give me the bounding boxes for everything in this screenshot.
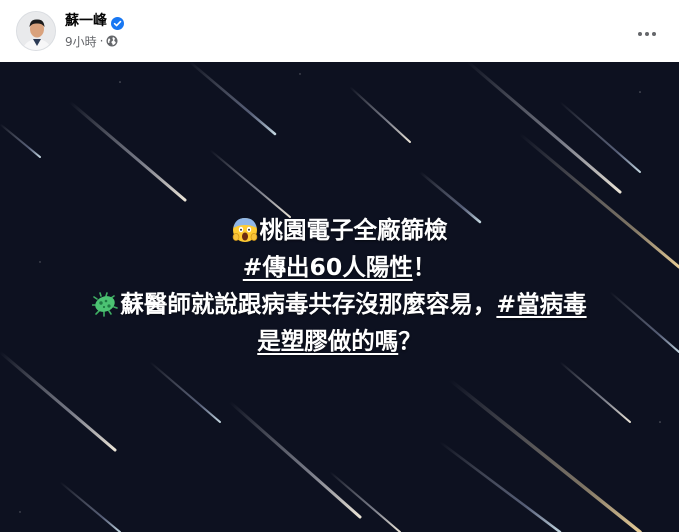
author-name[interactable]: 蘇一峰: [65, 12, 107, 30]
post-image[interactable]: 桃園電子全廠篩檢 #傳出60人陽性！ 蘇醫師就說跟病毒共存沒那麼容易，#當病毒 …: [0, 62, 679, 532]
microbe-icon: [92, 291, 119, 317]
caption-text: ？: [398, 327, 422, 355]
author-row: 蘇一峰: [65, 11, 124, 31]
caption-line-2: #傳出60人陽性！: [0, 249, 679, 286]
caption-line-1: 桃園電子全廠篩檢: [0, 212, 679, 249]
caption-line-4: 是塑膠做的嗎？: [0, 323, 679, 360]
facebook-post: 蘇一峰 9小時 · 桃園電子全廠篩檢 #傳出60人陽性！ 蘇醫師就說跟病毒共存沒…: [0, 0, 679, 532]
post-header: 蘇一峰 9小時 ·: [0, 0, 679, 62]
hashtag-link[interactable]: #當病毒: [496, 290, 586, 318]
more-horizontal-icon: [637, 22, 657, 41]
caption-text: ！: [412, 253, 437, 281]
post-meta: 9小時 ·: [65, 33, 118, 49]
meta-separator: ·: [99, 34, 104, 48]
face-screaming-in-fear-icon: [232, 217, 258, 243]
image-caption: 桃園電子全廠篩檢 #傳出60人陽性！ 蘇醫師就說跟病毒共存沒那麼容易，#當病毒 …: [0, 212, 679, 360]
more-options-button[interactable]: [629, 13, 665, 49]
caption-text: 蘇醫師就說跟病毒共存沒那麼容易，: [120, 290, 497, 318]
author-avatar[interactable]: [16, 11, 56, 51]
post-timestamp[interactable]: 9小時: [65, 33, 97, 50]
hashtag-link[interactable]: #傳出60人陽性: [243, 253, 413, 281]
caption-text: 桃園電子全廠篩檢: [259, 216, 448, 244]
caption-line-3: 蘇醫師就說跟病毒共存沒那麼容易，#當病毒: [0, 286, 679, 323]
avatar-portrait: [17, 12, 55, 50]
verified-badge-icon: [111, 15, 124, 30]
globe-icon[interactable]: [106, 35, 118, 47]
hashtag-link[interactable]: 是塑膠做的嗎: [257, 327, 398, 355]
